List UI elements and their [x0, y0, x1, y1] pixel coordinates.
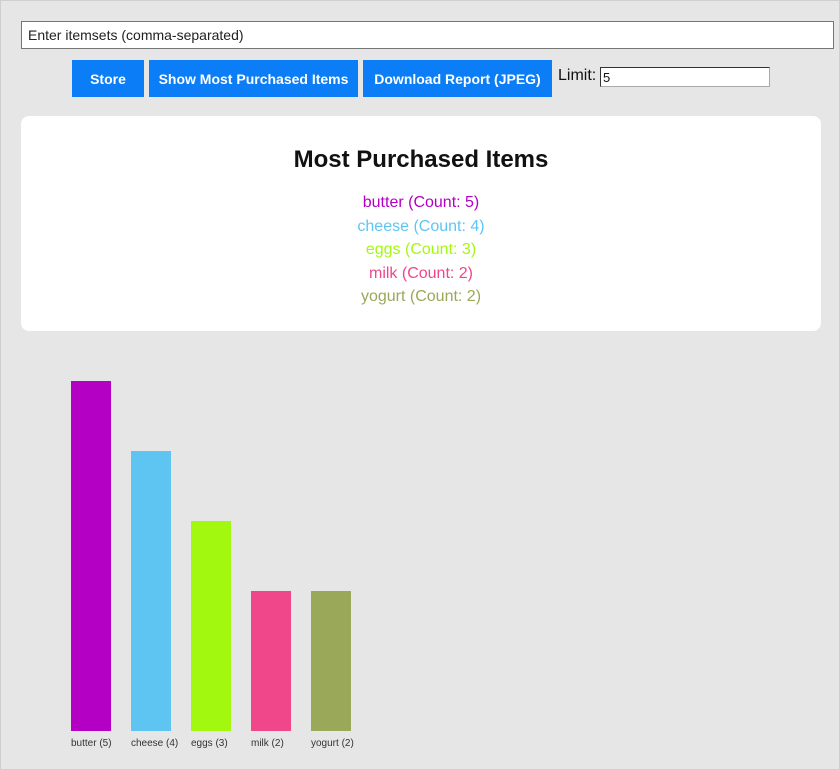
bar-label-2: eggs (3) [191, 738, 228, 749]
show-most-purchased-button[interactable]: Show Most Purchased Items [149, 60, 358, 97]
purchase-bar-chart: butter (5) cheese (4) eggs (3) milk (2) yogu… [71, 381, 354, 749]
list-item: cheese (Count: 4) [357, 217, 485, 235]
bar-label-3: milk (2) [251, 738, 284, 749]
store-button[interactable]: Store [72, 60, 144, 97]
list-item: milk (Count: 2) [368, 264, 474, 282]
download-report-button[interactable]: Download Report (JPEG) [363, 60, 552, 97]
results-title: Most Purchased Items [293, 146, 549, 173]
items-list: butter (Count: 5) cheese (Count: 4) eggs… [21, 191, 821, 309]
bar-1 [131, 451, 171, 731]
list-item: yogurt (Count: 2) [360, 288, 482, 305]
list-item: butter (Count: 5) [362, 194, 480, 211]
app-window: Store Show Most Purchased Items Download… [0, 0, 840, 770]
bar-3 [251, 591, 291, 731]
list-item: eggs (Count: 3) [365, 241, 477, 258]
limit-label: Limit: [558, 67, 597, 84]
limit-input[interactable] [600, 67, 770, 87]
results-panel: Most Purchased Items butter (Count: 5) c… [21, 116, 821, 331]
bar-label-0: butter (5) [71, 738, 112, 749]
itemsets-input[interactable] [21, 21, 834, 49]
bar-4 [311, 591, 351, 731]
bar-label-1: cheese (4) [131, 738, 178, 749]
bar-label-4: yogurt (2) [311, 738, 354, 749]
bar-2 [191, 521, 231, 731]
bar-0 [71, 381, 111, 731]
